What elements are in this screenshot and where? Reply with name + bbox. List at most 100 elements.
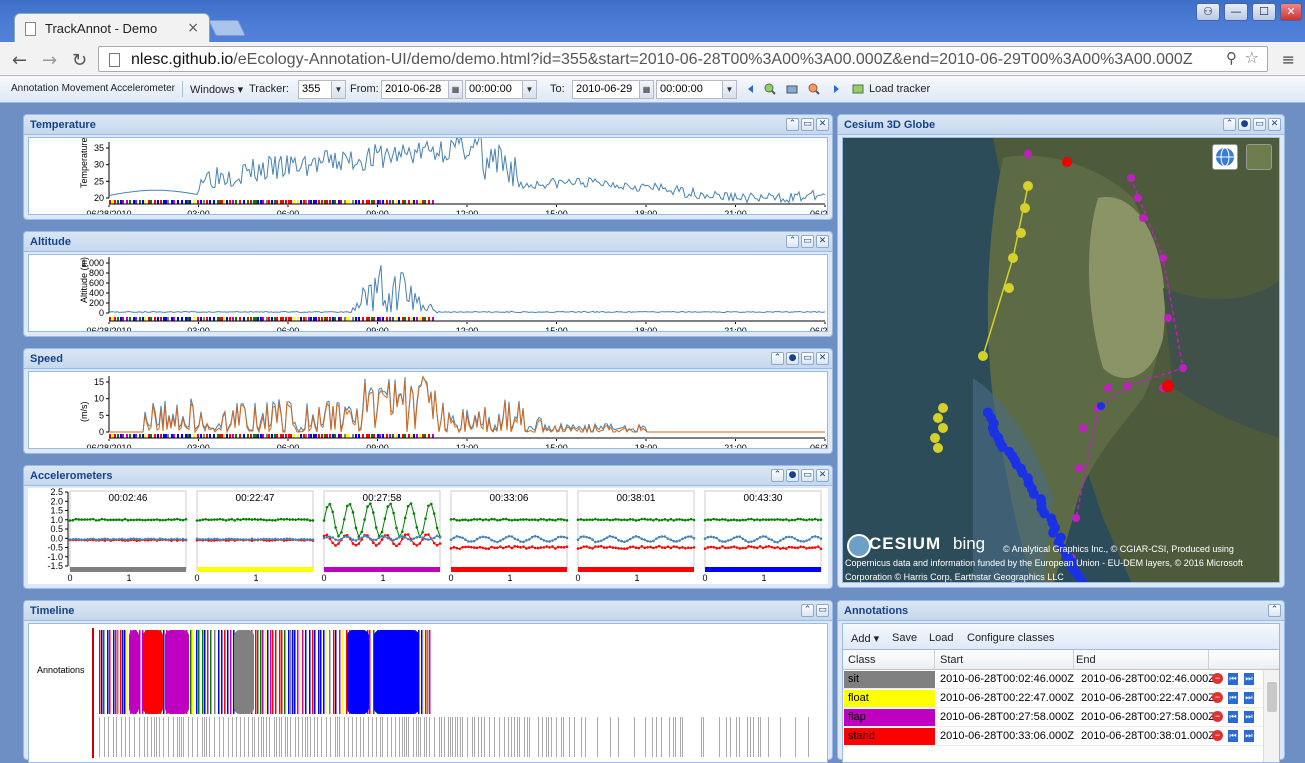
- collapse-icon[interactable]: ⌃: [771, 469, 784, 482]
- previous-icon[interactable]: [745, 83, 757, 95]
- column-header-class[interactable]: Class: [848, 654, 876, 666]
- close-icon[interactable]: ✕: [816, 352, 829, 365]
- windows-menu-button[interactable]: Windows ▾: [190, 83, 243, 96]
- load-tracker-icon[interactable]: [852, 83, 864, 95]
- acc-point: [666, 545, 670, 548]
- delete-icon[interactable]: −: [1212, 692, 1223, 703]
- timeline-chart[interactable]: Annotations: [28, 623, 828, 763]
- chevron-down-icon[interactable]: ▼: [522, 81, 536, 98]
- behaviour-mark: [338, 317, 340, 321]
- gear-icon[interactable]: ●: [786, 352, 799, 365]
- behaviour-mark: [203, 317, 205, 321]
- save-button[interactable]: Save: [892, 632, 917, 644]
- annotation-mark: [163, 630, 165, 714]
- go-to-start-icon[interactable]: ⏮: [1228, 673, 1238, 685]
- column-separator: [934, 650, 935, 670]
- tracker-label: Tracker:: [249, 83, 289, 95]
- behaviour-mark: [419, 200, 421, 204]
- globe-icon[interactable]: [1212, 144, 1238, 170]
- collapse-icon[interactable]: ⌃: [1268, 604, 1281, 617]
- load-tracker-button[interactable]: Load tracker: [869, 83, 930, 95]
- accelerometer-charts[interactable]: 2.5 2.0 1.5 1.0 0.5 0.0 -0.5 -1.0 -1.5 00:02:46 0 1…: [28, 488, 828, 584]
- maximize-button[interactable]: ☐: [1252, 3, 1276, 21]
- center-icon[interactable]: [786, 83, 798, 95]
- maximize-icon[interactable]: ▭: [801, 235, 814, 248]
- table-row[interactable]: sit 2010-06-28T00:02:46.000Z 2010-06-28T00…: [843, 670, 1263, 689]
- gear-icon[interactable]: ●: [786, 469, 799, 482]
- go-to-end-icon[interactable]: ⏭: [1244, 673, 1254, 685]
- from-time-field[interactable]: 00:00:00 ▼: [465, 80, 537, 99]
- close-icon[interactable]: ✕: [816, 235, 829, 248]
- collapse-icon[interactable]: ⌃: [786, 235, 799, 248]
- maximize-icon[interactable]: ▭: [801, 352, 814, 365]
- delete-icon[interactable]: −: [1212, 711, 1223, 722]
- go-to-end-icon[interactable]: ⏭: [1244, 692, 1254, 704]
- close-icon[interactable]: ✕: [816, 118, 829, 131]
- collapse-icon[interactable]: ⌃: [786, 118, 799, 131]
- table-row[interactable]: stand 2010-06-28T00:33:06.000Z 2010-06-28T…: [843, 727, 1263, 746]
- close-icon[interactable]: ✕: [1268, 118, 1281, 131]
- user-icon[interactable]: ⚇: [1196, 3, 1220, 21]
- base-layer-picker-icon[interactable]: [1246, 144, 1272, 170]
- acc-point: [594, 545, 597, 548]
- back-icon[interactable]: ←: [12, 50, 27, 71]
- configure-classes-button[interactable]: Configure classes: [967, 632, 1054, 644]
- scrollbar-thumb[interactable]: [1267, 682, 1277, 712]
- table-row[interactable]: float 2010-06-28T00:22:47.000Z 2010-06-28T…: [843, 689, 1263, 708]
- maximize-icon[interactable]: ▭: [801, 118, 814, 131]
- address-bar[interactable]: nlesc.github.io/eEcology-Annotation-UI/d…: [98, 46, 1268, 72]
- go-to-start-icon[interactable]: ⏮: [1228, 711, 1238, 723]
- map-canvas[interactable]: [843, 138, 1280, 583]
- next-icon[interactable]: [830, 83, 842, 95]
- maximize-icon[interactable]: ▭: [816, 604, 829, 617]
- collapse-icon[interactable]: ⌃: [771, 352, 784, 365]
- add-button[interactable]: Add ▾: [851, 632, 879, 645]
- from-date-field[interactable]: 2010-06-28 ▦: [381, 80, 463, 99]
- data-point-mark: [467, 717, 468, 757]
- tracker-select[interactable]: 355 ▼: [298, 80, 346, 99]
- browser-tab[interactable]: TrackAnnot - Demo ×: [14, 13, 210, 43]
- forward-icon[interactable]: →: [42, 50, 57, 71]
- minimize-button[interactable]: —: [1224, 3, 1248, 21]
- to-time-field[interactable]: 00:00:00 ▼: [656, 80, 737, 99]
- chevron-down-icon[interactable]: ▼: [722, 81, 736, 98]
- column-header-start[interactable]: Start: [940, 654, 963, 666]
- chevron-down-icon[interactable]: ▼: [331, 81, 345, 98]
- close-icon[interactable]: ✕: [816, 469, 829, 482]
- accelerometers-panel: Accelerometers ⌃ ● ▭ ✕ 2.5 2.0 1.5 1.0 0.5 0.0 -0…: [23, 465, 833, 589]
- go-to-end-icon[interactable]: ⏭: [1244, 711, 1254, 723]
- table-row[interactable]: flap 2010-06-28T00:27:58.000Z 2010-06-28T0…: [843, 708, 1263, 727]
- maximize-icon[interactable]: ▭: [1253, 118, 1266, 131]
- search-icon[interactable]: ⚲: [1226, 49, 1237, 67]
- maximize-icon[interactable]: ▭: [801, 469, 814, 482]
- go-to-start-icon[interactable]: ⏮: [1228, 730, 1238, 742]
- delete-icon[interactable]: −: [1212, 673, 1223, 684]
- browser-menu-icon[interactable]: ≡: [1282, 50, 1295, 69]
- column-header-end[interactable]: End: [1076, 654, 1096, 666]
- to-date-field[interactable]: 2010-06-29 ▦: [572, 80, 654, 99]
- load-button[interactable]: Load: [929, 632, 953, 644]
- go-to-end-icon[interactable]: ⏭: [1244, 730, 1254, 742]
- calendar-icon[interactable]: ▦: [448, 81, 462, 98]
- calendar-icon[interactable]: ▦: [639, 81, 653, 98]
- speed-chart[interactable]: 15 10 5 0 (m/s) 06/28/2010 03:00 06:00 09:00 12:0…: [28, 371, 828, 449]
- acc-point: [557, 517, 560, 521]
- acc-point: [106, 518, 109, 522]
- reload-icon[interactable]: ↻: [72, 50, 87, 71]
- tab-close-icon[interactable]: ×: [187, 20, 199, 36]
- x-tick-label: 09:00: [366, 326, 389, 332]
- close-window-button[interactable]: ✕: [1280, 3, 1302, 21]
- grid-scrollbar[interactable]: [1263, 670, 1279, 762]
- altitude-chart[interactable]: 1,000 800 600 400 200 0 Altitude (m) 06/28/2010…: [28, 254, 828, 332]
- go-to-start-icon[interactable]: ⏮: [1228, 692, 1238, 704]
- collapse-icon[interactable]: ⌃: [1223, 118, 1236, 131]
- collapse-icon[interactable]: ⌃: [801, 604, 814, 617]
- temperature-chart[interactable]: 35 30 25 20 Temperature (°C) 06/28/2010 03:00 0…: [28, 137, 828, 215]
- new-tab-button[interactable]: [208, 20, 246, 36]
- gear-icon[interactable]: ●: [1238, 118, 1251, 131]
- zoom-in-icon[interactable]: [764, 83, 776, 95]
- globe-view[interactable]: CESIUM bing © Analytical Graphics Inc., …: [842, 137, 1280, 583]
- zoom-out-icon[interactable]: [808, 83, 820, 95]
- bookmark-star-icon[interactable]: ☆: [1245, 48, 1259, 67]
- delete-icon[interactable]: −: [1212, 730, 1223, 741]
